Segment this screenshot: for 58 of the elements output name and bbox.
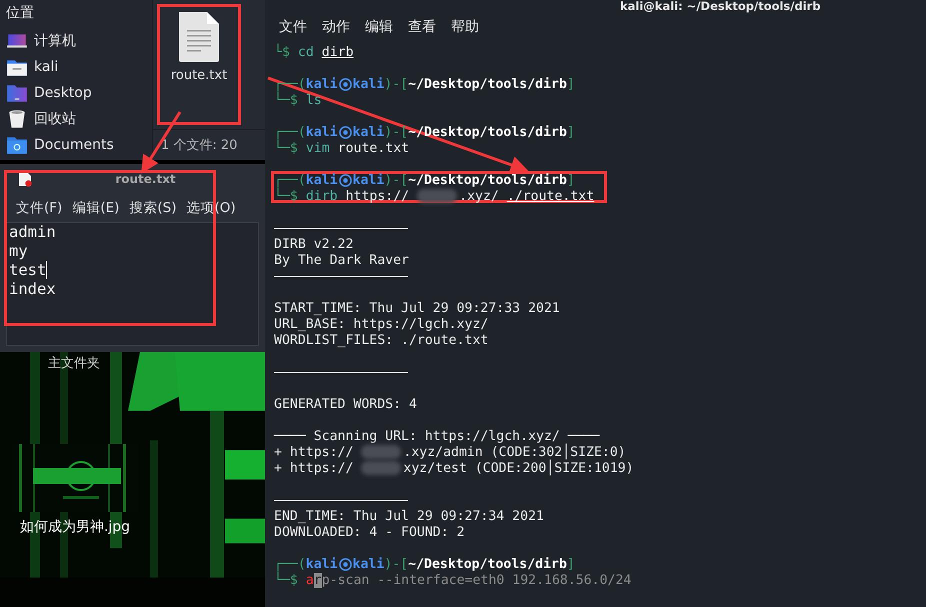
sidebar-item[interactable]: Desktop [6,82,146,104]
prompt-sign: └─$ [274,140,298,156]
menu-item[interactable]: 编辑(E) [72,199,120,217]
autosuggestion-text: p-scan --interface=eth0 192.168.56.0/24 [322,572,632,588]
text-area[interactable]: admin my test index [6,222,259,346]
terminal-text: GENERATED WORDS: 4 [274,396,417,412]
sidebar-item[interactable]: Documents [6,134,146,156]
command-name: a [306,572,314,588]
command-name: ls [306,92,322,108]
sidebar-item[interactable]: 回收站 [6,108,146,130]
prompt-sign: └─$ [274,92,298,108]
terminal-text: WORDLIST_FILES: ./route.txt [274,332,488,348]
prompt-text: kali)-[~/Desktop/tools/dirb] [352,556,575,572]
text-line: my [9,242,28,261]
prompt-sign: └─$ [274,572,298,588]
sidebar-title: 位置 [6,4,35,22]
command-argument: ./route.txt [506,188,594,204]
window-title: route.txt [114,172,177,186]
sidebar-item[interactable]: 计算机 [6,30,146,52]
text-line: index [9,280,56,299]
terminal-text: xyz/test (CODE:200│SIZE:1019) [403,460,634,476]
command-name: dirb [306,188,338,204]
command-argument: dirb [322,44,354,60]
prompt-text: ┌──(kali [274,124,338,140]
cursor-character: r [314,572,322,588]
command-name: cd [298,44,314,60]
prompt-text: ┌──(kali [274,172,338,188]
terminal-text: URL_BASE: https://lgch.xyz/ [274,316,488,332]
menu-item[interactable]: 搜索(S) [129,199,176,217]
file-item[interactable]: route.txt [159,8,239,121]
terminal-text: + https:// [274,444,354,460]
command-name: vim [306,140,330,156]
terminal-text: .xyz/ [459,188,499,204]
prompt-text: ┌──(kali [274,556,338,572]
terminal-text: https:// [346,188,410,204]
terminal-text: START_TIME: Thu Jul 29 09:27:33 2021 [274,300,560,316]
terminal-text: DIRB v2.22 [274,236,354,252]
menu-item[interactable]: 查看 [408,18,436,36]
terminal-text: DOWNLOADED: 4 - FOUND: 2 [274,524,465,540]
menu-item[interactable]: 动作 [322,18,350,36]
prompt-sign: └$ [274,44,290,60]
window-title: kali@kali: ~/Desktop/tools/dirb [620,0,821,13]
prompt-text: kali)-[~/Desktop/tools/dirb] [352,172,575,188]
terminal-text: By The Dark Raver [274,252,409,268]
terminal-text: END_TIME: Thu Jul 29 09:27:34 2021 [274,508,544,524]
terminal-text: .xyz/admin (CODE:302│SIZE:0) [403,444,626,460]
text-line: admin [9,223,56,242]
prompt-text: kali)-[~/Desktop/tools/dirb] [352,76,575,92]
terminal-text: ──── Scanning URL: https://lgch.xyz/ ──── [274,428,600,444]
terminal-text: route.txt [338,140,410,156]
prompt-sign: └─$ [274,188,298,204]
sidebar-item[interactable]: kali [6,56,146,78]
menu-item[interactable]: 帮助 [451,18,479,36]
terminal-text: + https:// [274,460,354,476]
menu-item[interactable]: 文件(F) [16,199,62,217]
text-line: test [9,261,46,280]
menu-item[interactable]: 文件 [279,18,307,36]
menu-item[interactable]: 编辑 [365,18,393,36]
